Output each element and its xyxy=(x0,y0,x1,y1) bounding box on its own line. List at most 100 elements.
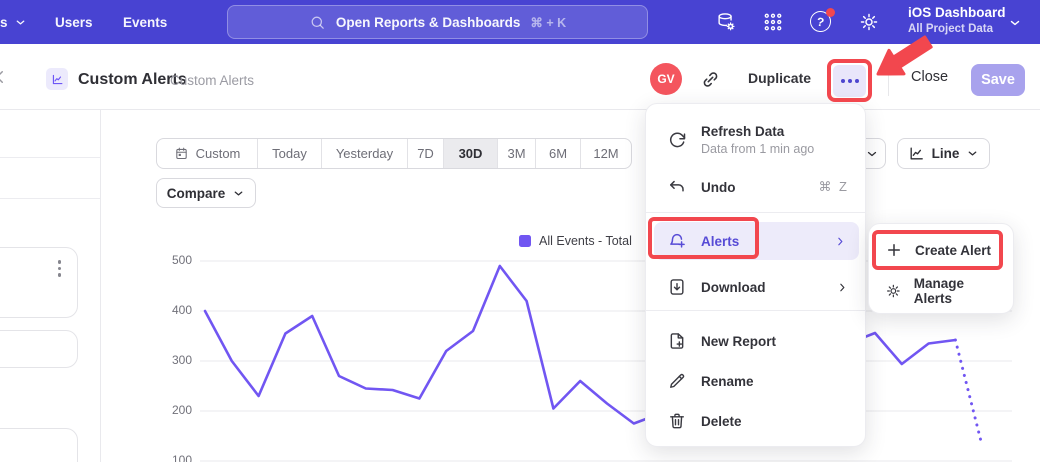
range-custom[interactable]: Custom xyxy=(157,139,258,168)
sidebar xyxy=(0,110,101,462)
line-chart-icon xyxy=(908,145,925,162)
chart-type-button[interactable]: Line xyxy=(897,138,990,169)
submenu-item-label: Manage Alerts xyxy=(914,276,999,306)
menu-item-alerts[interactable]: Alerts xyxy=(654,222,859,260)
nav-item-users[interactable]: Users xyxy=(55,0,93,44)
submenu-item-create-alert[interactable]: Create Alert xyxy=(869,230,1013,270)
help-button[interactable]: ? xyxy=(810,10,833,33)
top-nav: s Users Events Open Reports & Dashboards… xyxy=(0,0,1040,44)
screen: s Users Events Open Reports & Dashboards… xyxy=(0,0,1040,462)
back-chevron-icon xyxy=(0,68,9,86)
menu-item-new-report[interactable]: New Report xyxy=(646,322,865,360)
range-30d-selected[interactable]: 30D xyxy=(444,139,498,168)
menu-item-shortcut: ⌘ Z xyxy=(818,179,849,195)
trash-icon xyxy=(667,411,687,431)
menu-divider xyxy=(646,212,865,213)
menu-divider xyxy=(646,310,865,311)
refresh-icon xyxy=(667,130,687,150)
submenu-item-manage-alerts[interactable]: Manage Alerts xyxy=(869,271,1013,311)
download-icon xyxy=(667,277,687,297)
avatar[interactable]: GV xyxy=(650,63,682,95)
close-button[interactable]: Close xyxy=(911,69,948,85)
date-range-selector: Custom Today Yesterday 7D 30D 3M 6M 12M xyxy=(156,138,632,169)
report-icon xyxy=(46,68,68,90)
legend-label: All Events - Total xyxy=(539,234,632,248)
share-link-icon[interactable] xyxy=(700,69,721,90)
breadcrumb: Custom Alerts xyxy=(170,73,254,88)
y-tick-label: 100 xyxy=(150,453,192,462)
menu-item-label: Download xyxy=(701,280,766,295)
chevron-right-icon xyxy=(836,281,849,294)
menu-item-rename[interactable]: Rename xyxy=(646,362,865,400)
global-search[interactable]: Open Reports & Dashboards ⌘ + K xyxy=(227,5,648,39)
new-report-icon xyxy=(667,331,687,351)
list-item[interactable] xyxy=(0,330,78,368)
data-management-icon[interactable] xyxy=(715,11,737,33)
undo-icon xyxy=(667,177,687,197)
range-yesterday[interactable]: Yesterday xyxy=(322,139,408,168)
y-tick-label: 300 xyxy=(150,353,192,367)
submenu-item-label: Create Alert xyxy=(915,243,991,258)
menu-item-undo[interactable]: Undo ⌘ Z xyxy=(646,168,865,206)
range-12m[interactable]: 12M xyxy=(581,139,631,168)
compare-button[interactable]: Compare xyxy=(156,178,256,208)
nav-item-partial[interactable]: s xyxy=(0,0,27,44)
menu-item-label: Delete xyxy=(701,414,742,429)
menu-item-download[interactable]: Download xyxy=(646,268,865,306)
page-header: Custom Alerts Custom Alerts GV Duplicate… xyxy=(0,44,1040,110)
nav-item-events[interactable]: Events xyxy=(123,0,167,44)
duplicate-button[interactable]: Duplicate xyxy=(748,70,811,86)
chevron-down-icon[interactable] xyxy=(1008,16,1022,30)
more-options-button[interactable] xyxy=(833,65,866,97)
alerts-submenu: Create Alert Manage Alerts xyxy=(868,223,1014,314)
list-item[interactable] xyxy=(0,428,78,462)
range-6m[interactable]: 6M xyxy=(536,139,581,168)
settings-gear-icon[interactable] xyxy=(858,11,880,33)
more-options-menu: Refresh Data Data from 1 min ago Undo ⌘ … xyxy=(645,103,866,447)
kebab-menu-icon[interactable] xyxy=(58,260,62,277)
header-divider xyxy=(888,65,889,96)
apps-grid-icon[interactable] xyxy=(762,11,784,33)
nav-item-partial-label: s xyxy=(0,15,8,30)
chevron-down-icon xyxy=(865,147,879,161)
project-scope: All Project Data xyxy=(908,22,1006,36)
menu-item-refresh-data[interactable]: Refresh Data Data from 1 min ago xyxy=(646,116,865,164)
menu-item-label: New Report xyxy=(701,334,776,349)
bell-plus-icon xyxy=(667,231,687,251)
search-label: Open Reports & Dashboards xyxy=(336,15,521,30)
search-shortcut: ⌘ + K xyxy=(530,15,566,30)
range-today[interactable]: Today xyxy=(258,139,322,168)
chevron-down-icon xyxy=(232,187,245,200)
menu-item-label: Undo xyxy=(701,180,736,195)
legend-swatch xyxy=(519,235,531,247)
y-tick-label: 500 xyxy=(150,253,192,267)
list-item[interactable] xyxy=(0,247,78,318)
sidebar-divider xyxy=(0,198,100,199)
y-tick-label: 400 xyxy=(150,303,192,317)
menu-item-delete[interactable]: Delete xyxy=(646,402,865,440)
y-tick-label: 200 xyxy=(150,403,192,417)
chevron-down-icon xyxy=(14,16,27,29)
search-icon xyxy=(309,14,326,31)
project-switcher[interactable]: iOS Dashboard All Project Data xyxy=(908,5,1006,36)
chevron-right-icon xyxy=(834,235,847,248)
range-3m[interactable]: 3M xyxy=(498,139,536,168)
chart-line-dotted xyxy=(955,340,982,446)
notification-dot xyxy=(826,8,835,17)
chevron-down-icon xyxy=(966,147,979,160)
nav-item-label: Users xyxy=(55,15,93,30)
nav-item-label: Events xyxy=(123,15,167,30)
project-name: iOS Dashboard xyxy=(908,5,1006,22)
menu-item-sublabel: Data from 1 min ago xyxy=(701,142,814,156)
calendar-icon xyxy=(174,146,189,161)
range-7d[interactable]: 7D xyxy=(408,139,444,168)
plus-icon xyxy=(885,241,903,259)
menu-item-label: Alerts xyxy=(701,234,739,249)
gear-icon xyxy=(885,282,902,300)
menu-item-label: Refresh Data xyxy=(701,124,814,139)
pencil-icon xyxy=(667,371,687,391)
sidebar-divider xyxy=(0,157,100,158)
save-button[interactable]: Save xyxy=(971,64,1025,96)
menu-item-label: Rename xyxy=(701,374,754,389)
legend-item[interactable]: All Events - Total xyxy=(519,234,632,248)
